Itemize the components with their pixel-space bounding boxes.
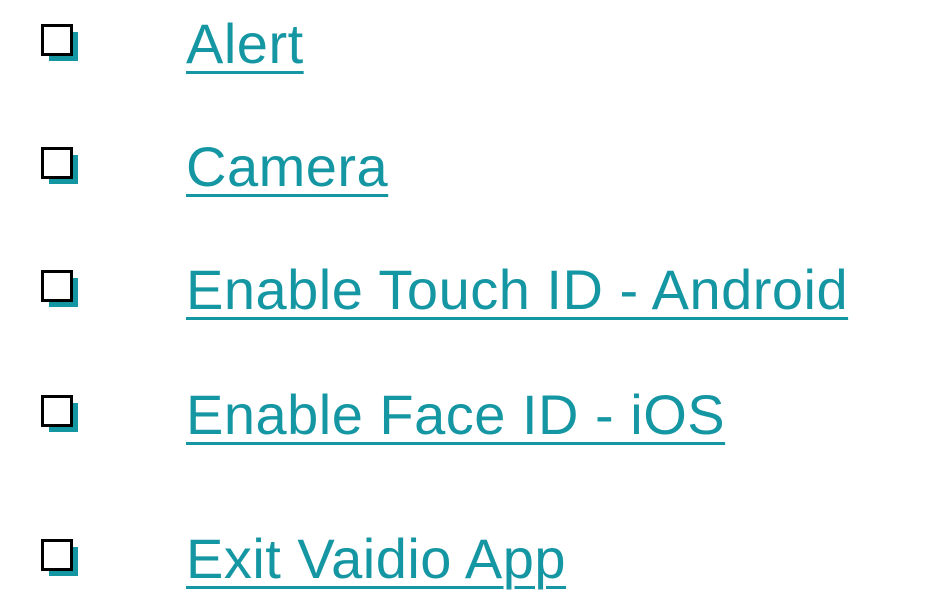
list-item: Alert [0, 4, 950, 84]
checkbox-bullet-icon [41, 24, 79, 62]
list-item: Enable Touch ID - Android [0, 250, 950, 330]
alert-link[interactable]: Alert [186, 4, 304, 84]
checkbox-bullet-icon [41, 539, 79, 577]
enable-face-id-ios-link[interactable]: Enable Face ID - iOS [186, 375, 725, 455]
list-item: Camera [0, 127, 950, 207]
checkbox-bullet-icon [41, 395, 79, 433]
list-item: Exit Vaidio App [0, 519, 950, 592]
checklist: Alert Camera Enable Touch ID - Android E… [0, 0, 950, 592]
checkbox-bullet-icon [41, 147, 79, 185]
checkbox-bullet-icon [41, 270, 79, 308]
list-item: Enable Face ID - iOS [0, 375, 950, 455]
camera-link[interactable]: Camera [186, 127, 388, 207]
enable-touch-id-android-link[interactable]: Enable Touch ID - Android [186, 250, 848, 330]
exit-vaidio-app-link[interactable]: Exit Vaidio App [186, 519, 566, 592]
